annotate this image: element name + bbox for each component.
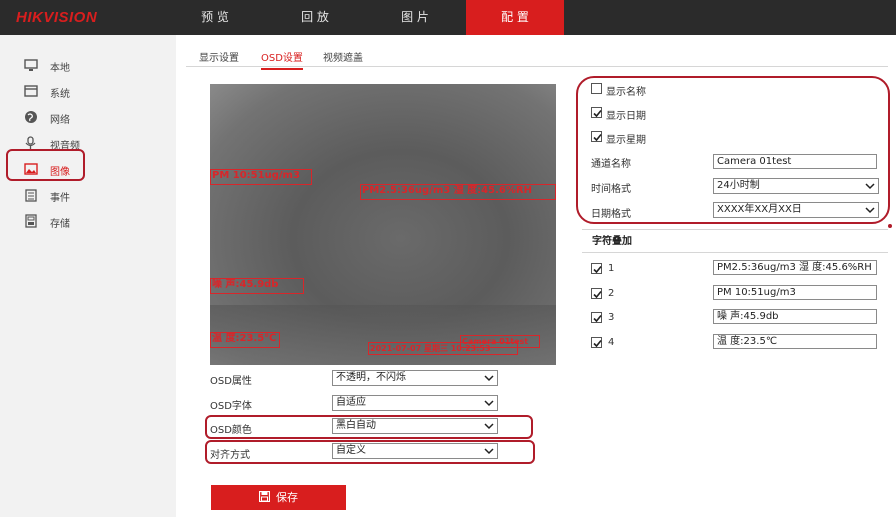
chevron-down-icon [484,446,494,456]
sidebar-item-local[interactable]: 本地 [0,52,176,78]
nav-playback[interactable]: 回 放 [266,0,364,35]
overlay-1-number: 1 [608,263,615,274]
save-icon [258,486,271,503]
show-name-checkbox[interactable] [591,83,602,94]
top-bar: HIKVISION 预 览 回 放 图 片 配 置 [0,0,896,35]
tab-display-settings[interactable]: 显示设置 [199,49,239,64]
date-format-label: 日期格式 [591,209,631,220]
system-window-icon [24,84,38,98]
show-date-checkbox[interactable] [591,107,602,118]
time-format-select[interactable]: 24小时制 [713,178,879,194]
save-button[interactable]: 保存 [211,485,346,510]
date-format-value: XXXX年XX月XX日 [717,204,802,215]
osd-overlay-6[interactable]: 2021-07-07 星期三 10:23:53 [368,342,518,355]
tab-osd-settings[interactable]: OSD设置 [261,49,303,70]
chevron-down-icon [484,373,494,383]
overlay-2-checkbox[interactable] [591,288,602,299]
osd-font-label: OSD字体 [210,401,252,412]
overlay-4-checkbox[interactable] [591,337,602,348]
show-week-checkbox[interactable] [591,131,602,142]
overlay-3-number: 3 [608,312,615,323]
brand-logo: HIKVISION [16,9,98,26]
osd-color-label: OSD颜色 [210,425,252,436]
overlay-2-input[interactable]: PM 10:51ug/m3 [713,285,877,300]
sidebar-item-image[interactable]: 图像 [0,156,176,182]
sidebar-item-storage[interactable]: 存储 [0,208,176,234]
show-date-label: 显示日期 [606,111,646,122]
time-format-label: 时间格式 [591,184,631,195]
sidebar-item-label: 图像 [50,167,70,178]
nav-preview[interactable]: 预 览 [166,0,264,35]
osd-color-value: 黑白自动 [336,420,376,431]
osd-attribute-value: 不透明，不闪烁 [336,372,406,383]
check-icon [593,290,602,299]
nav-configuration[interactable]: 配 置 [466,0,564,35]
microphone-icon [24,136,38,150]
alignment-row: 对齐方式 自定义 [210,443,500,461]
chevron-down-icon [865,205,875,215]
overlay-1-checkbox[interactable] [591,263,602,274]
sidebar-item-label: 视音频 [50,141,80,152]
sidebar-item-network[interactable]: 网络 [0,104,176,130]
osd-attribute-label: OSD属性 [210,376,252,387]
overlay-4-number: 4 [608,337,615,348]
sidebar-item-label: 本地 [50,63,70,74]
disk-icon [24,214,38,228]
overlay-3-checkbox[interactable] [591,312,602,323]
channel-name-input[interactable]: Camera 01test [713,154,877,169]
monitor-icon [24,58,38,72]
overlay-4-input[interactable]: 温 度:23.5℃ [713,334,877,349]
char-overlay-title: 字符叠加 [582,229,888,253]
calendar-icon [24,188,38,202]
osd-color-row: OSD颜色 黑白自动 [210,418,500,436]
osd-font-row: OSD字体 自适应 [210,394,500,412]
sidebar-item-label: 系统 [50,89,70,100]
image-icon [24,162,38,176]
sidebar: 本地 系统 网络 视音频 图像 事件 存储 [0,35,176,517]
sidebar-item-event[interactable]: 事件 [0,182,176,208]
sidebar-item-system[interactable]: 系统 [0,78,176,104]
nav-picture[interactable]: 图 片 [366,0,464,35]
alignment-select[interactable]: 自定义 [332,443,498,459]
video-preview[interactable]: PM 10:51ug/m3 PM2.5:36ug/m3 湿 度:45.6%RH … [210,84,556,365]
show-week-label: 显示星期 [606,135,646,146]
show-name-label: 显示名称 [606,87,646,98]
osd-font-value: 自适应 [336,397,366,408]
check-icon [593,339,602,348]
osd-overlay-3[interactable]: 噪 声:45.9db [210,278,304,294]
sidebar-item-label: 存储 [50,219,70,230]
check-icon [593,265,602,274]
time-format-value: 24小时制 [717,180,760,191]
overlay-2-number: 2 [608,288,615,299]
osd-font-select[interactable]: 自适应 [332,395,498,411]
overlay-3-input[interactable]: 噪 声:45.9db [713,309,877,324]
osd-attribute-select[interactable]: 不透明，不闪烁 [332,370,498,386]
sidebar-item-label: 事件 [50,193,70,204]
highlight-dot [888,224,892,228]
osd-overlay-2[interactable]: PM2.5:36ug/m3 湿 度:45.6%RH [360,184,556,200]
tab-bar: 显示设置 OSD设置 视频遮盖 [186,45,888,70]
sidebar-item-label: 网络 [50,115,70,126]
chevron-down-icon [484,421,494,431]
osd-attribute-row: OSD属性 不透明，不闪烁 [210,369,500,387]
osd-overlay-1[interactable]: PM 10:51ug/m3 [210,169,312,185]
chevron-down-icon [484,398,494,408]
osd-overlay-4[interactable]: 温 度:23.5℃ [210,332,280,348]
osd-color-select[interactable]: 黑白自动 [332,418,498,434]
chevron-down-icon [865,181,875,191]
check-icon [593,314,602,323]
save-button-label: 保存 [276,491,298,504]
overlay-1-input[interactable]: PM2.5:36ug/m3 湿 度:45.6%RH [713,260,877,275]
alignment-label: 对齐方式 [210,450,250,461]
alignment-value: 自定义 [336,445,366,456]
tab-privacy-mask[interactable]: 视频遮盖 [323,49,363,64]
sidebar-item-audio-video[interactable]: 视音频 [0,130,176,156]
channel-name-label: 通道名称 [591,159,631,170]
globe-icon [24,110,38,124]
date-format-select[interactable]: XXXX年XX月XX日 [713,202,879,218]
check-icon [593,109,602,118]
check-icon [593,133,602,142]
